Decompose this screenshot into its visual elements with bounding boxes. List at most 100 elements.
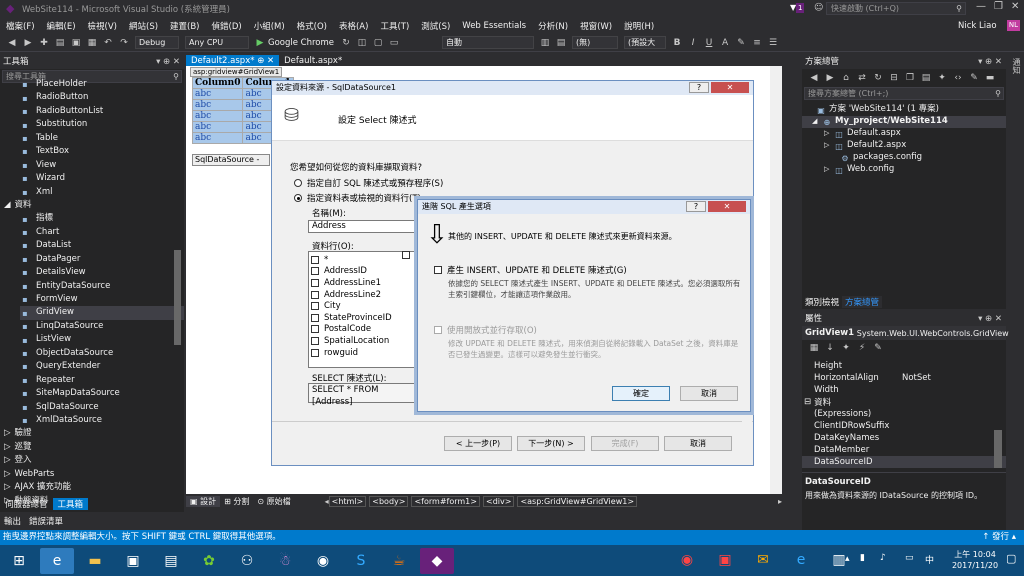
menu-item[interactable]: 偵錯(D) — [206, 20, 248, 32]
table-name-select[interactable]: Address — [308, 220, 416, 233]
skype-icon[interactable]: S — [344, 548, 378, 574]
menu-item[interactable]: 建置(B) — [164, 20, 205, 32]
refresh-icon[interactable]: ↻ — [872, 72, 884, 84]
sync-icon[interactable]: ⇄ — [856, 72, 868, 84]
platform-select[interactable]: Any CPU — [185, 36, 249, 49]
refresh-icon[interactable]: ↻ — [340, 37, 352, 49]
property-value[interactable]: NotSet — [902, 373, 931, 383]
app5-icon[interactable]: ☃ — [268, 548, 302, 574]
collapse-icon[interactable]: ▷ — [4, 441, 11, 454]
property-row[interactable]: DataMember — [802, 444, 1006, 456]
toolbox-item[interactable]: ▪ ListView — [20, 333, 184, 346]
column-checkbox[interactable] — [311, 325, 319, 334]
app1-icon[interactable]: ▣ — [116, 548, 150, 574]
toolbox-item[interactable]: ▪ Wizard — [20, 172, 184, 185]
ie-icon[interactable]: e — [40, 547, 74, 574]
ime-indicator[interactable]: 中 — [925, 553, 934, 566]
tab-class-view[interactable]: 類別檢視 — [802, 296, 842, 308]
collapse-icon[interactable]: ▷ — [4, 454, 11, 467]
property-row[interactable]: DataSourceID — [802, 456, 1006, 468]
radio-table-columns[interactable] — [294, 194, 302, 202]
toolbox-group[interactable]: ▷ 登入 — [4, 454, 184, 467]
zoom-select[interactable]: 自動 — [442, 36, 535, 49]
toolbox-scrollbar[interactable] — [174, 250, 181, 345]
generate-statements-checkbox[interactable] — [434, 266, 442, 274]
user-name[interactable]: Nick Liao — [958, 21, 997, 31]
alphabetical-icon[interactable]: ↓ — [824, 342, 836, 354]
property-row[interactable]: HorizontalAlign NotSet — [802, 372, 1006, 384]
forward-icon[interactable]: ▶ — [824, 72, 836, 84]
config-select[interactable]: Debug — [135, 36, 179, 49]
breadcrumb[interactable]: <div> — [482, 496, 515, 507]
view-toggle-icon[interactable]: ▥ — [539, 37, 551, 49]
highlight-icon[interactable]: ✎ — [735, 37, 747, 49]
properties-scrollbar[interactable] — [994, 430, 1002, 468]
property-group[interactable]: ⊟ 資料 — [802, 396, 1006, 408]
option-custom-sql[interactable]: 指定自訂 SQL 陳述式或預存程序(S) — [294, 177, 443, 189]
tab-output[interactable]: 輸出 — [0, 515, 25, 527]
menu-item[interactable]: 表格(A) — [333, 20, 374, 32]
toolbox-item[interactable]: ▪ DetailsView — [20, 266, 184, 279]
toolbox-item[interactable]: ▪ SqlDataSource — [20, 401, 184, 414]
tab-toolbox[interactable]: 工具箱 — [52, 498, 89, 510]
font-color-icon[interactable]: A — [719, 37, 731, 49]
format-icon[interactable]: ▢ — [372, 37, 384, 49]
side-notifications-tab[interactable]: 通知 — [1010, 58, 1022, 74]
column-option[interactable]: AddressLine2 — [311, 289, 413, 301]
expand-icon[interactable]: ◢ — [4, 199, 11, 212]
columns-list[interactable]: * AddressID AddressLine1 AddressLine2 City St… — [308, 251, 416, 368]
toolbox-group[interactable]: ▷ 巡覽 — [4, 441, 184, 454]
app2-icon[interactable]: ▤ — [154, 548, 188, 574]
column-option[interactable]: * — [311, 254, 413, 266]
battery-icon[interactable]: ▭ — [905, 553, 914, 563]
solution-item[interactable]: ⚙ packages.config — [802, 152, 1006, 164]
column-option[interactable]: City — [311, 300, 413, 312]
preview-icon[interactable]: ▬ — [984, 72, 996, 84]
bold-button[interactable]: B — [671, 37, 683, 49]
ok-button[interactable]: 確定 — [612, 386, 670, 401]
expand-icon[interactable]: ▷ — [824, 163, 832, 176]
finish-button[interactable]: 完成(F) — [591, 436, 659, 451]
home-icon[interactable]: ⌂ — [840, 72, 852, 84]
clock[interactable]: 上午 10:04 2017/11/20 — [950, 549, 1000, 571]
menu-item[interactable]: 格式(O) — [291, 20, 333, 32]
column-checkbox[interactable] — [311, 290, 319, 299]
wrench-icon[interactable]: ✎ — [872, 342, 884, 354]
notification-badge[interactable]: 1 — [796, 3, 805, 13]
column-checkbox[interactable] — [311, 336, 319, 345]
forward-icon[interactable]: ▶ — [22, 37, 34, 49]
toolbox-item[interactable]: ▪ 指標 — [20, 212, 184, 225]
collapse-icon[interactable]: ⊟ — [804, 397, 811, 407]
property-row[interactable]: ClientIDRowSuffix — [802, 420, 1006, 432]
maximize-button[interactable]: ❐ — [994, 1, 1003, 12]
toolbox-item[interactable]: ▪ SiteMapDataSource — [20, 387, 184, 400]
column-checkbox[interactable] — [311, 348, 319, 357]
design-view-button[interactable]: ▣ 設計 — [186, 496, 221, 507]
tab-solution-explorer[interactable]: 方案總管 — [842, 296, 883, 308]
quick-launch[interactable]: 快速啟動 (Ctrl+Q) ⚲ — [826, 2, 966, 15]
property-row[interactable]: (Expressions) — [802, 408, 1006, 420]
toolbox-item[interactable]: ▪ TextBox — [20, 145, 184, 158]
back-icon[interactable]: ◀ — [808, 72, 820, 84]
solution-item[interactable]: ▷ ◫ Default.aspx — [802, 128, 1006, 140]
show-all-icon[interactable]: ▤ — [920, 72, 932, 84]
toolbox-item[interactable]: ▪ XmlDataSource — [20, 414, 184, 427]
close-button[interactable]: ✕ — [1011, 1, 1019, 12]
toolbox-item[interactable]: ▪ Table — [20, 132, 184, 145]
feedback-icon[interactable]: ☺ — [814, 3, 823, 13]
column-checkbox[interactable] — [311, 267, 319, 276]
toolbox-item[interactable]: ▪ DataPager — [20, 253, 184, 266]
block-select[interactable]: (無) — [572, 36, 619, 49]
property-row[interactable]: DataKeyNames — [802, 432, 1006, 444]
radio-custom-sql[interactable] — [294, 179, 302, 187]
save-icon[interactable]: ▣ — [70, 37, 82, 49]
app7-icon[interactable]: ✉ — [746, 547, 780, 573]
publish-button[interactable]: ↑ 發行 ▴ — [982, 530, 1016, 545]
toolbox-group[interactable]: ▷ WebParts — [4, 468, 184, 481]
pin-icon[interactable]: ⊕ — [257, 56, 264, 66]
toolbox-item[interactable]: ▪ FormView — [20, 293, 184, 306]
toolbox-item[interactable]: ▪ View — [20, 159, 184, 172]
column-option[interactable]: SpatialLocation — [311, 335, 413, 347]
explorer-icon[interactable]: ▬ — [78, 548, 112, 574]
new-project-icon[interactable]: ✚ — [38, 37, 50, 49]
